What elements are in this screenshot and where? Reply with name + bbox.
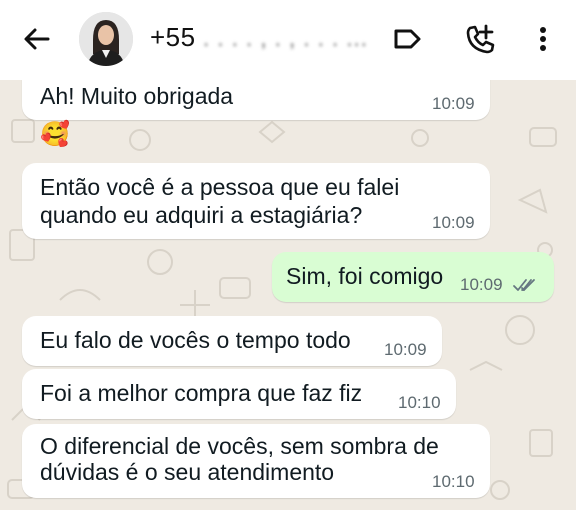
chat-header: +55 . . . . , . , . . . ... <box>0 0 576 80</box>
message-time: 10:09 <box>384 340 427 359</box>
message-time: 10:09 <box>432 213 475 232</box>
message-text-line: dúvidas é o seu atendimento <box>40 459 335 485</box>
message-bubble-emoji[interactable]: 🥰 <box>22 118 80 156</box>
contact-number-prefix: +55 <box>150 22 196 52</box>
message-bubble-outgoing[interactable]: Sim, foi comigo 10:09 <box>272 252 554 302</box>
message-time: 10:09 <box>432 94 475 113</box>
message-time: 10:09 <box>460 275 503 294</box>
read-receipt-icon <box>513 279 535 291</box>
message-text: Sim, foi comigo <box>286 263 444 289</box>
message-time: 10:10 <box>432 472 475 491</box>
message-text: Ah! Muito obrigada <box>40 83 234 109</box>
message-bubble[interactable]: Foi a melhor compra que faz fiz 10:10 <box>22 369 456 419</box>
message-bubble[interactable]: Eu falo de vocês o tempo todo 10:09 <box>22 316 442 366</box>
more-vert-icon[interactable] <box>526 22 560 56</box>
message-bubble[interactable]: Então você é a pessoa que eu falei quand… <box>22 163 490 239</box>
avatar[interactable] <box>79 12 133 66</box>
message-bubble[interactable]: O diferencial de vocês, sem sombra de dú… <box>22 424 490 498</box>
message-time: 10:10 <box>398 393 441 412</box>
label-tag-icon[interactable] <box>390 22 424 56</box>
back-arrow-icon[interactable] <box>20 22 54 56</box>
contact-name[interactable]: +55 . . . . , . , . . . ... <box>150 22 368 53</box>
message-text-line: quando eu adquiri a estagiária? <box>40 202 363 228</box>
add-call-icon[interactable] <box>462 22 496 56</box>
emoji-smiling-hearts: 🥰 <box>40 120 70 148</box>
contact-number-masked: . . . . , . , . . . ... <box>195 25 368 52</box>
message-text: Eu falo de vocês o tempo todo <box>40 327 351 353</box>
message-text: Foi a melhor compra que faz fiz <box>40 380 363 406</box>
